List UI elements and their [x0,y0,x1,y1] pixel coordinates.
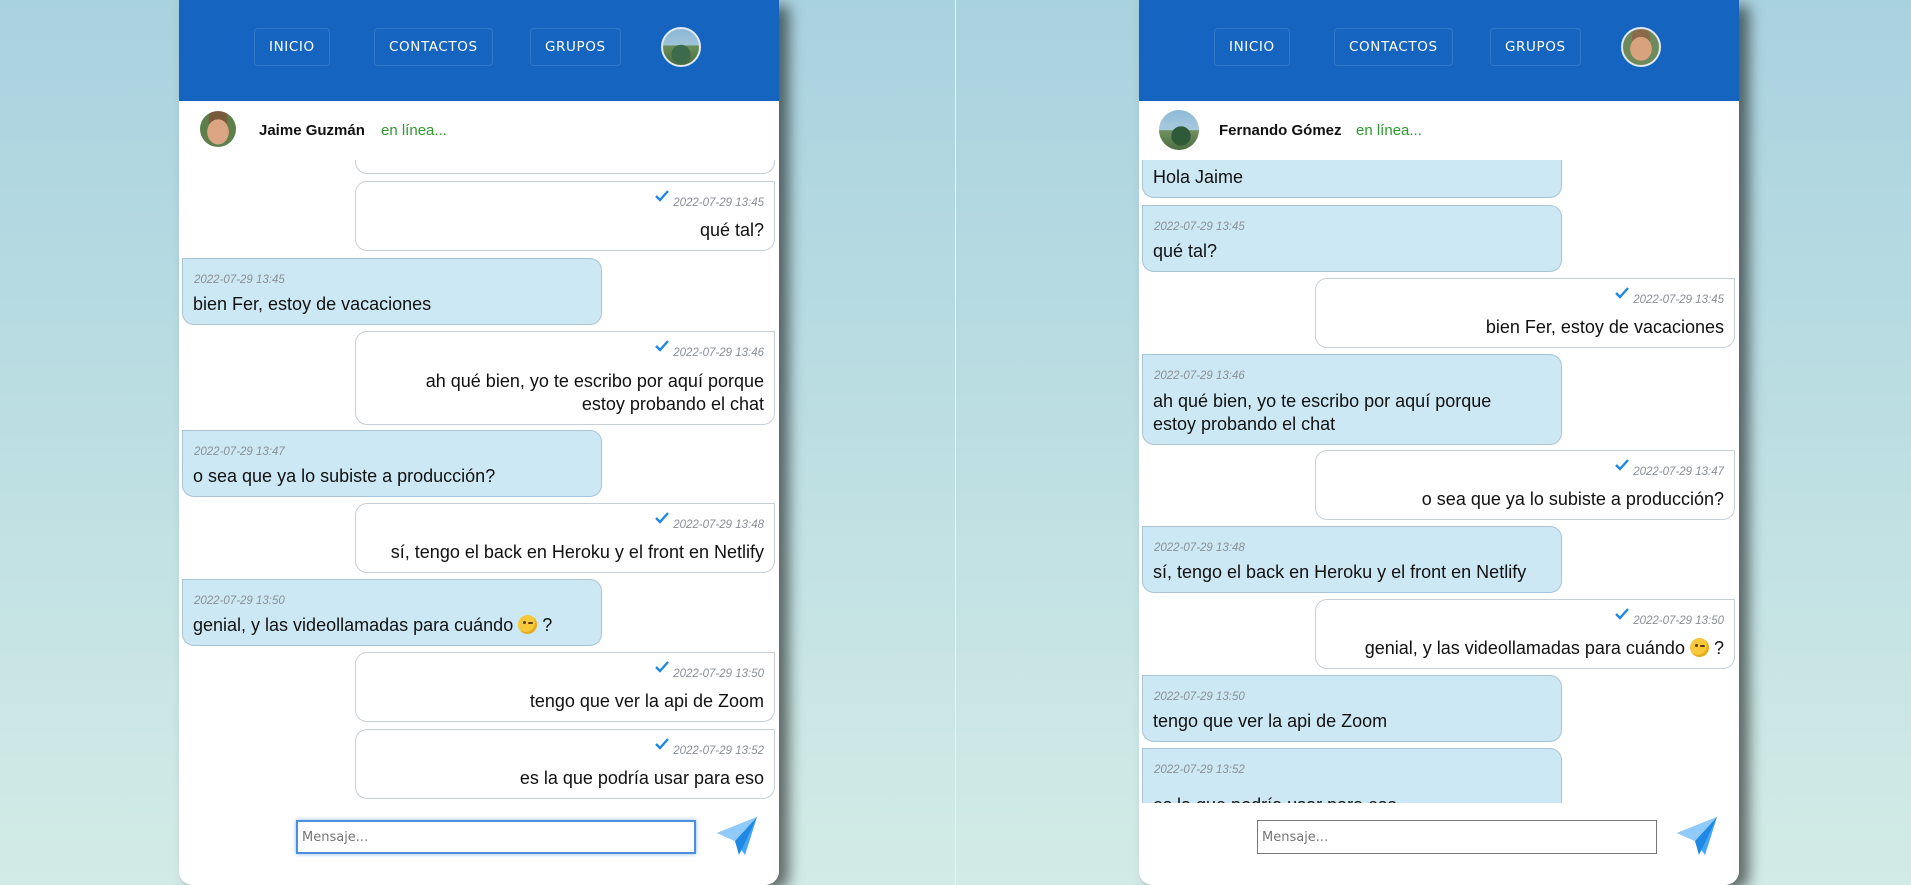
message-timestamp: 2022-07-29 13:45 [194,274,285,286]
message-composer [1139,803,1739,885]
message-timestamp: 2022-07-29 13:48 [655,512,764,531]
check-icon [655,738,670,750]
message-input[interactable] [296,820,696,854]
nav-inicio[interactable]: INICIO [254,28,330,66]
check-icon [655,190,670,202]
chat-header: Jaime Guzmán en línea... [179,101,779,160]
chat-header: Fernando Gómez en línea... [1139,101,1739,160]
message-timestamp: 2022-07-29 13:52 [655,738,764,757]
message-bubble: 2022-07-29 13:50 tengo que ver la api de… [355,652,775,722]
check-icon [1615,459,1630,471]
message-text: es la que podría usar para eso [1153,794,1397,803]
send-icon[interactable] [1675,815,1719,857]
check-icon [655,512,670,524]
message-text: tengo que ver la api de Zoom [529,691,764,711]
check-icon [1615,608,1630,620]
send-icon[interactable] [715,815,759,857]
message-bubble: 2022-07-29 13:45 qué tal? [1142,205,1562,272]
message-text: genial, y las videollamadas para cuándo … [1364,638,1724,658]
message-bubble: 2022-07-29 13:45 bien Fer, estoy de vaca… [182,258,602,325]
message-timestamp: 2022-07-29 13:48 [1154,542,1245,554]
check-icon [1615,287,1630,299]
message-timestamp: 2022-07-29 13:47 [194,446,285,458]
chat-window-right: INICIO CONTACTOS GRUPOS Fernando Gómez e… [1139,0,1739,885]
message-text: sí, tengo el back en Heroku y el front e… [390,542,764,562]
message-timestamp: 2022-07-29 13:47 [1615,459,1724,478]
message-bubble: 2022-07-29 13:48 sí, tengo el back en He… [355,503,775,573]
message-timestamp: 2022-07-29 13:50 [194,595,285,607]
message-bubble: 2022-07-29 13:50 tengo que ver la api de… [1142,675,1562,742]
message-bubble: 2022-07-29 13:50 genial, y las videollam… [182,579,602,646]
message-bubble: 2022-07-29 13:45 qué tal? [355,181,775,251]
check-icon [655,661,670,673]
message-list[interactable]: Hola Jaime 2022-07-29 13:45 qué tal? 202… [1139,160,1739,803]
nav-inicio[interactable]: INICIO [1214,28,1290,66]
nav-grupos[interactable]: GRUPOS [530,28,621,66]
message-bubble: 2022-07-29 13:46 ah qué bien, yo te escr… [355,331,775,425]
message-timestamp: 2022-07-29 13:45 [1154,221,1245,233]
message-timestamp: 2022-07-29 13:50 [655,661,764,680]
wink-emoji-icon [1689,638,1709,657]
message-timestamp: 2022-07-29 13:50 [1615,608,1724,627]
message-text: genial, y las videollamadas para cuándo … [193,615,553,635]
online-status: en línea... [381,122,447,139]
message-text: o sea que ya lo subiste a producción? [193,466,496,486]
message-text: ah qué bien, yo te escribo por aquí porq… [1153,391,1492,434]
message-list[interactable]: 2022-07-29 13:45 qué tal? 2022-07-29 13:… [179,160,779,803]
contact-name: Jaime Guzmán [259,122,365,139]
top-nav-bar: INICIO CONTACTOS GRUPOS [1139,0,1739,101]
message-bubble: 2022-07-29 13:52 es la que podría usar p… [355,729,775,799]
check-icon [655,340,670,352]
top-nav-bar: INICIO CONTACTOS GRUPOS [179,0,779,101]
message-composer [179,803,779,885]
message-bubble: 2022-07-29 13:50 genial, y las videollam… [1315,599,1735,669]
message-bubble: 2022-07-29 13:47 o sea que ya lo subiste… [182,430,602,497]
message-bubble: 2022-07-29 13:48 sí, tengo el back en He… [1142,526,1562,593]
window-divider [955,0,956,885]
wink-emoji-icon [518,615,538,634]
message-text: qué tal? [1153,241,1218,261]
message-bubble: 2022-07-29 13:46 ah qué bien, yo te escr… [1142,354,1562,445]
message-bubble: 2022-07-29 13:52 es la que podría usar p… [1142,748,1562,803]
message-bubble [355,160,775,174]
message-text: tengo que ver la api de Zoom [1153,711,1388,731]
message-timestamp: 2022-07-29 13:50 [1154,691,1245,703]
message-text: ah qué bien, yo te escribo por aquí porq… [425,371,764,414]
message-text: o sea que ya lo subiste a producción? [1421,489,1724,509]
message-timestamp: 2022-07-29 13:46 [1154,370,1245,382]
message-text: bien Fer, estoy de vacaciones [193,294,432,314]
message-text: Hola Jaime [1153,167,1244,187]
contact-name: Fernando Gómez [1219,122,1342,139]
nav-contactos[interactable]: CONTACTOS [1334,28,1453,66]
message-bubble: 2022-07-29 13:47 o sea que ya lo subiste… [1315,450,1735,520]
message-text: qué tal? [699,220,764,240]
message-timestamp: 2022-07-29 13:52 [1154,764,1245,776]
online-status: en línea... [1356,122,1422,139]
user-avatar[interactable] [1621,27,1661,67]
message-timestamp: 2022-07-29 13:46 [655,340,764,359]
message-text: es la que podría usar para eso [519,768,764,788]
chat-window-left: INICIO CONTACTOS GRUPOS Jaime Guzmán en … [179,0,779,885]
message-timestamp: 2022-07-29 13:45 [1615,287,1724,306]
contact-avatar [200,111,236,147]
message-bubble: Hola Jaime [1142,160,1562,198]
message-input[interactable] [1257,820,1657,854]
nav-contactos[interactable]: CONTACTOS [374,28,493,66]
user-avatar[interactable] [661,27,701,67]
message-text: bien Fer, estoy de vacaciones [1485,317,1724,337]
contact-avatar [1159,110,1199,150]
message-timestamp: 2022-07-29 13:45 [655,190,764,209]
message-text: sí, tengo el back en Heroku y el front e… [1153,562,1527,582]
nav-grupos[interactable]: GRUPOS [1490,28,1581,66]
message-bubble: 2022-07-29 13:45 bien Fer, estoy de vaca… [1315,278,1735,348]
